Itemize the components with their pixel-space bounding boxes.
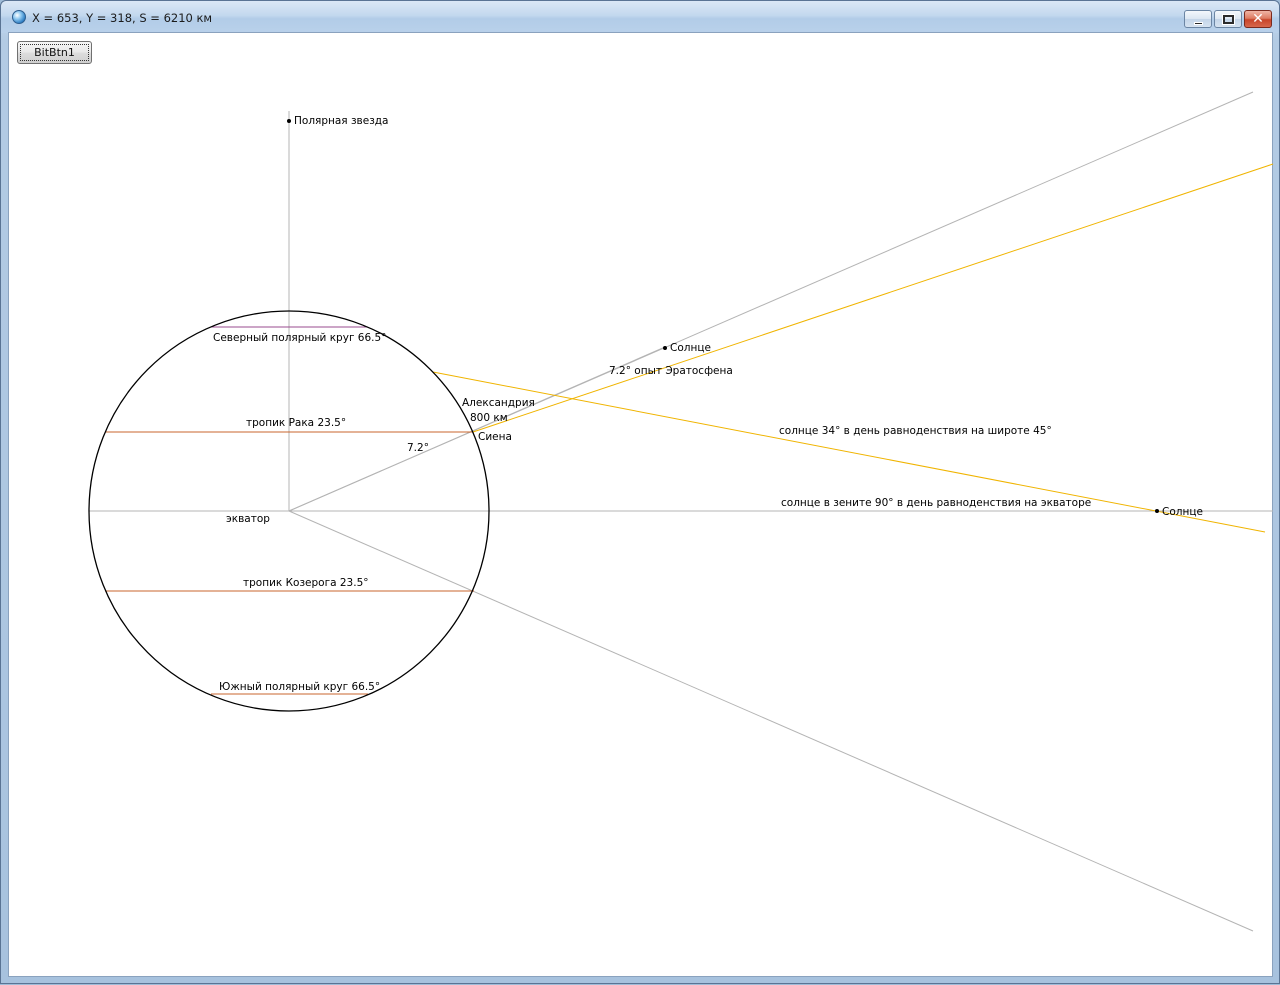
eratosthenes-diagram: Полярная звезда Северный полярный круг 6… — [88, 91, 1274, 932]
distance-label: 800 км — [470, 412, 508, 424]
tropic-capricorn-label: тропик Козерога 23.5° — [243, 577, 369, 589]
app-window: X = 653, Y = 318, S = 6210 км ✕ BitBtn1 — [0, 0, 1280, 984]
equator-label: экватор — [226, 513, 270, 525]
syene-label: Сиена — [478, 431, 512, 443]
sun-34-label: солнце 34° в день равноденствия на широт… — [779, 425, 1052, 437]
sun-zenith-label: солнце в зените 90° в день равноденствия… — [781, 497, 1091, 509]
sun-far-point — [1155, 509, 1159, 513]
sun-near-label: Солнце — [670, 342, 711, 354]
sun-near-point — [663, 346, 667, 350]
polaris-label: Полярная звезда — [294, 115, 388, 127]
guide-lines — [89, 91, 1273, 932]
sun-ray-eratosthenes — [472, 163, 1274, 433]
alexandria-label: Александрия — [462, 397, 535, 409]
polaris-point — [287, 119, 291, 123]
sun-far-label: Солнце — [1162, 506, 1203, 518]
antarctic-circle-label: Южный полярный круг 66.5° — [219, 681, 380, 693]
arctic-circle-label: Северный полярный круг 66.5° — [213, 332, 386, 344]
lower-ray-line — [288, 510, 1254, 932]
eratosthenes-label: 7.2° опыт Эратосфена — [609, 365, 733, 377]
tropic-cancer-label: тропик Рака 23.5° — [246, 417, 346, 429]
center-angle-label: 7.2° — [407, 442, 429, 454]
